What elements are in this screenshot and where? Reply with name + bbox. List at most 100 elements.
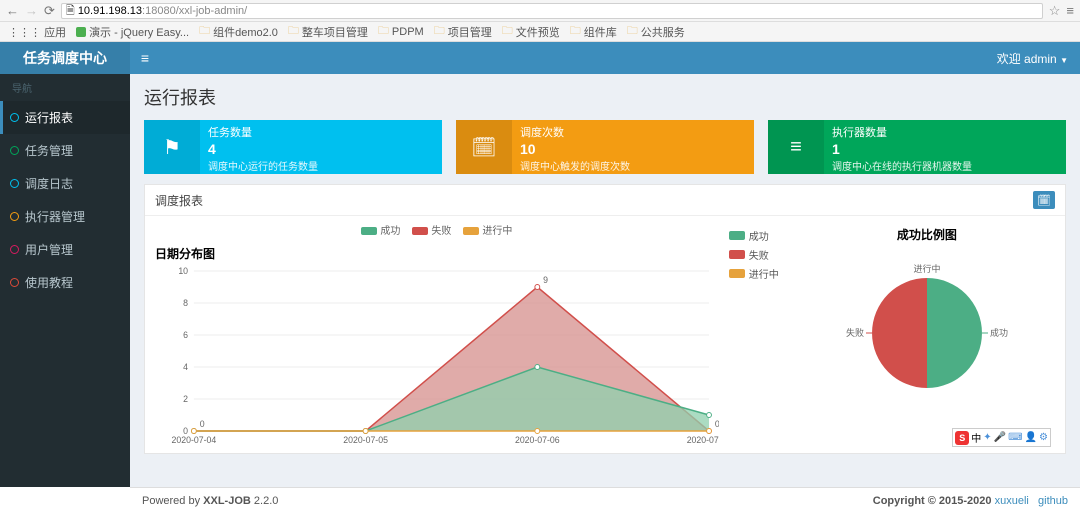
- stat-title: 调度次数: [520, 124, 746, 140]
- svg-text:2020-07-04: 2020-07-04: [172, 435, 217, 445]
- folder-icon: 🗀: [502, 22, 513, 41]
- ime-tool-icon[interactable]: 🎤: [994, 432, 1006, 443]
- circle-icon: [10, 212, 19, 221]
- bookmark-item[interactable]: 🗀公共服务: [627, 22, 685, 41]
- bookmark-item[interactable]: 🗀PDPM: [378, 22, 424, 41]
- sidebar-toggle[interactable]: ≡: [130, 50, 160, 66]
- footer: Powered by XXL-JOB 2.2.0 Copyright © 201…: [130, 487, 1080, 513]
- apps-icon[interactable]: ⋮⋮⋮ 应用: [8, 24, 66, 40]
- sidebar-item[interactable]: 用户管理: [0, 233, 130, 266]
- calendar-button[interactable]: 🗓: [1033, 191, 1055, 209]
- folder-icon: 🗀: [378, 22, 389, 41]
- footer-link-author[interactable]: xuxueli: [995, 495, 1029, 507]
- stat-desc: 调度中心运行的任务数量: [208, 158, 434, 173]
- svg-text:2020-07-06: 2020-07-06: [515, 435, 560, 445]
- circle-icon: [10, 245, 19, 254]
- line-legend: 成功失败进行中: [155, 222, 719, 237]
- bookmarks-bar: ⋮⋮⋮ 应用 演示 - jQuery Easy... 🗀组件demo2.0 🗀整…: [0, 22, 1080, 42]
- folder-icon: 🗀: [199, 22, 210, 41]
- browser-toolbar: ← → ⟳ 🗎 10.91.198.13:18080/xxl-job-admin…: [0, 0, 1080, 22]
- footer-left: Powered by XXL-JOB 2.2.0: [142, 495, 278, 507]
- page-title: 运行报表: [130, 74, 1080, 120]
- reload-icon[interactable]: ⟳: [44, 3, 55, 19]
- circle-icon: [10, 146, 19, 155]
- sidebar-item[interactable]: 执行器管理: [0, 200, 130, 233]
- site-icon: [76, 27, 86, 37]
- url-input[interactable]: 🗎 10.91.198.13:18080/xxl-job-admin/: [61, 3, 1043, 19]
- sidebar-section-label: 导航: [0, 74, 130, 101]
- circle-icon: [10, 113, 19, 122]
- stat-card: ⚑ 任务数量 4 调度中心运行的任务数量: [144, 120, 442, 174]
- page-icon: 🗎: [66, 5, 78, 17]
- svg-text:成功: 成功: [990, 327, 1008, 338]
- stat-icon: ⚑: [144, 120, 200, 174]
- ime-tool-icon[interactable]: ⚙: [1039, 432, 1048, 443]
- ime-label: 中: [971, 430, 981, 445]
- sidebar-item[interactable]: 运行报表: [0, 101, 130, 134]
- stat-icon: 🗓: [456, 120, 512, 174]
- folder-icon: 🗀: [627, 22, 638, 41]
- stat-value: 1: [832, 141, 1058, 157]
- sidebar-item[interactable]: 调度日志: [0, 167, 130, 200]
- svg-text:4: 4: [183, 362, 188, 372]
- legend-item[interactable]: 进行中: [729, 266, 789, 281]
- sidebar-item-label: 使用教程: [25, 274, 73, 291]
- svg-text:2020-07-05: 2020-07-05: [343, 435, 388, 445]
- svg-text:10: 10: [178, 266, 188, 276]
- user-menu[interactable]: 欢迎 admin ▼: [997, 50, 1080, 67]
- ime-tool-icon[interactable]: 👤: [1025, 432, 1037, 443]
- pie-chart-title: 成功比例图: [799, 222, 1055, 253]
- ime-tool-icon[interactable]: ✦: [983, 432, 991, 443]
- ime-icon: S: [955, 431, 969, 445]
- sidebar: 导航 运行报表任务管理调度日志执行器管理用户管理使用教程: [0, 42, 130, 487]
- circle-icon: [10, 179, 19, 188]
- ime-tool-icon[interactable]: ⌨: [1008, 432, 1022, 443]
- sidebar-item-label: 调度日志: [25, 175, 73, 192]
- svg-text:2020-07-07: 2020-07-07: [687, 435, 719, 445]
- series-legend: 成功失败进行中: [729, 222, 789, 449]
- footer-right: Copyright © 2015-2020 xuxueli github: [873, 495, 1068, 507]
- circle-icon: [10, 278, 19, 287]
- bookmark-star-icon[interactable]: ☆: [1049, 3, 1061, 19]
- forward-icon[interactable]: →: [25, 3, 38, 18]
- svg-text:6: 6: [183, 330, 188, 340]
- sidebar-item-label: 用户管理: [25, 241, 73, 258]
- bookmark-item[interactable]: 🗀整车项目管理: [288, 22, 368, 41]
- svg-text:失败: 失败: [846, 327, 864, 338]
- line-chart-title: 日期分布图: [155, 241, 719, 266]
- pie-chart: 成功比例图 成功失败进行中 S 中 ✦ 🎤 ⌨ 👤 ⚙: [799, 222, 1055, 449]
- back-icon[interactable]: ←: [6, 3, 19, 18]
- bookmark-item[interactable]: 🗀项目管理: [434, 22, 492, 41]
- app-header: 任务调度中心 ≡ 欢迎 admin ▼: [0, 42, 1080, 74]
- stat-title: 执行器数量: [832, 124, 1058, 140]
- footer-link-github[interactable]: github: [1038, 495, 1068, 507]
- stat-title: 任务数量: [208, 124, 434, 140]
- bookmark-item[interactable]: 🗀文件预览: [502, 22, 560, 41]
- svg-text:0: 0: [200, 419, 205, 429]
- report-panel: 调度报表 🗓 成功失败进行中 日期分布图 02468102020-07-0420…: [144, 184, 1066, 454]
- folder-icon: 🗀: [570, 22, 581, 41]
- sidebar-item[interactable]: 使用教程: [0, 266, 130, 299]
- svg-text:9: 9: [543, 275, 548, 285]
- svg-text:8: 8: [183, 298, 188, 308]
- sidebar-item-label: 运行报表: [25, 109, 73, 126]
- sidebar-item-label: 任务管理: [25, 142, 73, 159]
- sidebar-item-label: 执行器管理: [25, 208, 85, 225]
- bookmark-item[interactable]: 🗀组件库: [570, 22, 617, 41]
- folder-icon: 🗀: [288, 22, 299, 41]
- bookmark-item[interactable]: 🗀组件demo2.0: [199, 22, 278, 41]
- sidebar-item[interactable]: 任务管理: [0, 134, 130, 167]
- legend-item[interactable]: 失败: [729, 247, 789, 262]
- main-content: 运行报表 ⚑ 任务数量 4 调度中心运行的任务数量 🗓 调度次数 10 调度中心…: [130, 42, 1080, 487]
- stat-icon: ≡: [768, 120, 824, 174]
- svg-text:0: 0: [715, 419, 719, 429]
- ime-toolbar[interactable]: S 中 ✦ 🎤 ⌨ 👤 ⚙: [952, 428, 1051, 447]
- stat-desc: 调度中心触发的调度次数: [520, 158, 746, 173]
- svg-text:2: 2: [183, 394, 188, 404]
- stat-card: 🗓 调度次数 10 调度中心触发的调度次数: [456, 120, 754, 174]
- menu-icon[interactable]: ≡: [1066, 3, 1074, 18]
- app-logo[interactable]: 任务调度中心: [0, 42, 130, 74]
- legend-item[interactable]: 成功: [729, 228, 789, 243]
- url-path: :18080/xxl-job-admin/: [142, 5, 247, 17]
- bookmark-item[interactable]: 演示 - jQuery Easy...: [76, 24, 189, 40]
